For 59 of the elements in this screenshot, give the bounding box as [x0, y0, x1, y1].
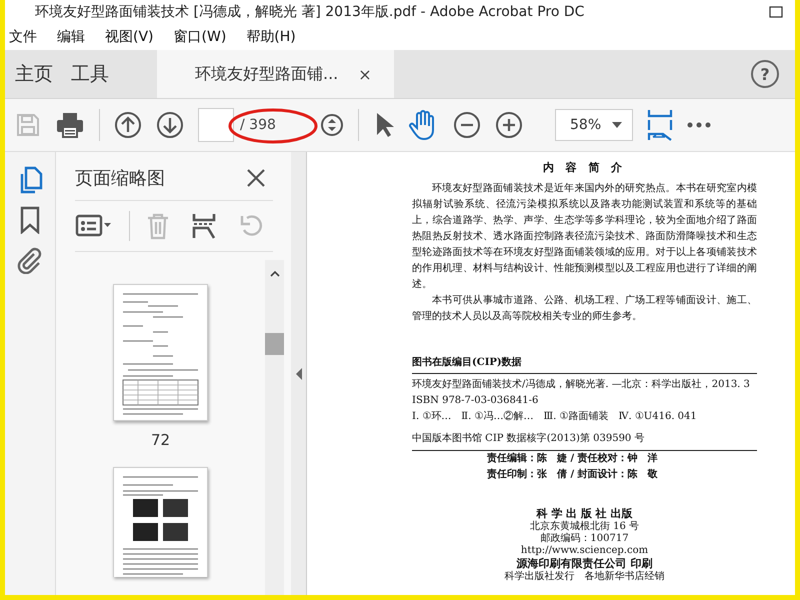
- fit-page-icon[interactable]: [647, 108, 673, 142]
- page-total: / 398: [240, 117, 277, 133]
- print-icon[interactable]: [55, 111, 85, 139]
- publisher-line: 科学出版社发行 各地新华书店经销: [504, 571, 664, 583]
- cip-line: 环境友好型路面铺装技术/冯德成，解晓光著. —北京：科学出版社，2013. 3: [412, 378, 751, 392]
- extract-pages-icon: [192, 212, 216, 240]
- paragraph: 本书可供从事城市道路、公路、机场工程、广场工程等铺面设计、施工、管理的技术人员以及高等院校相关专业的师生参考。: [412, 294, 757, 324]
- page-thumbnail[interactable]: [113, 284, 208, 421]
- credit-line: 责任编辑：陈 婕 / 责任校对：钟 洋: [486, 452, 659, 466]
- publisher-line: http://www.sciencep.com: [520, 545, 648, 557]
- menu-item[interactable]: 编辑: [57, 28, 85, 46]
- page-number-field[interactable]: [198, 108, 234, 142]
- cip-heading: 图书在版编目(CIP)数据: [412, 355, 757, 374]
- cip-line: Ⅰ. ①环… Ⅱ. ①冯…②解… Ⅲ. ①路面铺装 Ⅳ. ①U416. 041: [412, 410, 698, 424]
- menu-item[interactable]: 视图(V): [105, 28, 154, 46]
- panel-tool-button[interactable]: [192, 212, 216, 240]
- page-stepper-icon[interactable]: [320, 113, 344, 137]
- panel-title: 页面缩略图: [75, 167, 165, 190]
- close-icon[interactable]: [246, 168, 266, 188]
- scrollbar[interactable]: [265, 260, 284, 595]
- collapse-icon[interactable]: [296, 368, 302, 380]
- panel-tool-button[interactable]: [75, 213, 113, 239]
- cip-line: ISBN 978-7-03-036841-6: [412, 394, 540, 408]
- nav-tab[interactable]: 主页: [7, 50, 61, 98]
- menu-item[interactable]: 文件: [9, 28, 37, 46]
- sidebar-tab[interactable]: [17, 246, 43, 274]
- document-tab[interactable]: 环境友好型路面铺... ×: [157, 50, 394, 98]
- zoom-dropdown[interactable]: 58%: [555, 109, 633, 141]
- paragraph: 环境友好型路面铺装技术是近年来国内外的研究热点。本书在研究室内模拟辐射试验系统、径流污染模拟系统以及路表功能测试装置和系统等的基础上，综合道路学、热学、声学、生态学等多学科理论，较为全面地介绍了路面热阻热反射技术、透水路面控制路表径流污染技术、路面防滑降噪技术和生态型轮迹路面技术等在环境友好型路面铺装领域的应用。对于以上各项铺装技术的作用机理、材料与结构设计、性能预测模型以及工程应用也进行了详细的阐述。: [412, 182, 757, 292]
- nav-tab[interactable]: 工具: [63, 50, 117, 98]
- scroll-thumb[interactable]: [265, 333, 284, 355]
- publisher-line: 邮政编码：100717: [540, 533, 629, 545]
- publisher-line: 北京东黄城根北街 16 号: [530, 521, 640, 532]
- menu-item[interactable]: 帮助(H): [246, 28, 296, 46]
- trash-icon: [146, 212, 170, 240]
- next-page-icon[interactable]: [156, 111, 184, 139]
- previous-page-icon[interactable]: [114, 111, 142, 139]
- list-options-icon: [75, 213, 113, 239]
- more-icon[interactable]: [687, 122, 711, 128]
- zoom-in-icon[interactable]: [495, 111, 523, 139]
- sidebar-tab[interactable]: [20, 206, 40, 234]
- publisher-line: 源海印刷有限责任公司 印刷: [516, 557, 652, 570]
- window-title: 环境友好型路面铺装技术 [冯德成，解晓光 著] 2013年版.pdf - Adobe Acrobat Pro DC: [35, 3, 586, 21]
- close-button[interactable]: ×: [358, 64, 372, 84]
- publisher-line: 科 学 出 版 社 出版: [536, 507, 633, 520]
- credit-line: 责任印制：张 倩 / 封面设计：陈 敬: [486, 468, 659, 482]
- page-number: 72: [150, 431, 170, 449]
- page-thumbnail[interactable]: [113, 467, 208, 577]
- bookmark-icon: [20, 206, 40, 234]
- cip-number: 中国版本图书馆 CIP 数据核字(2013)第 039590 号: [412, 432, 646, 446]
- help-button[interactable]: ?: [751, 60, 779, 88]
- maximize-icon[interactable]: [769, 6, 783, 18]
- zoom-out-icon[interactable]: [453, 111, 481, 139]
- scroll-up-icon[interactable]: [270, 270, 280, 277]
- caret-icon: [612, 122, 622, 128]
- page-heading: 内 容 简 介: [542, 160, 628, 175]
- paperclip-icon: [17, 246, 43, 274]
- tab-label: 环境友好型路面铺...: [195, 64, 338, 84]
- menu-item[interactable]: 窗口(W): [174, 28, 226, 46]
